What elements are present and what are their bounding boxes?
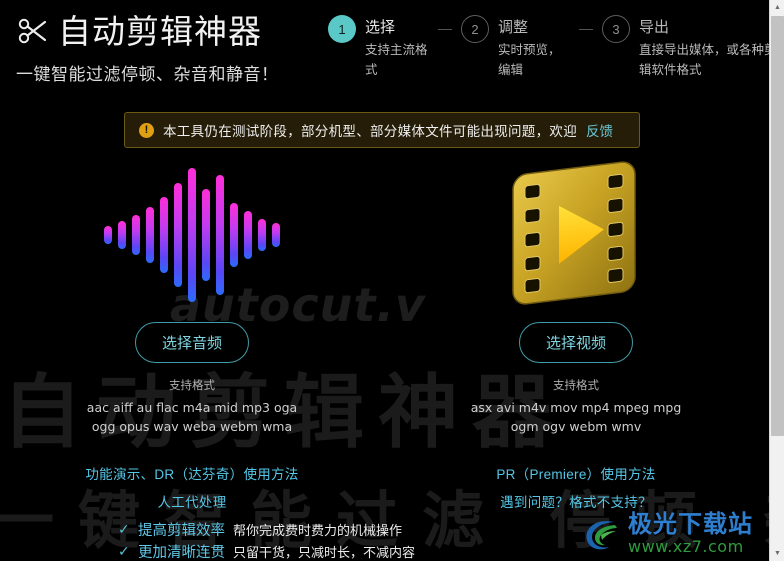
step-3-number: 3 bbox=[602, 15, 630, 43]
banner-text: 本工具仍在测试阶段，部分机型、部分媒体文件可能出现问题，欢迎 bbox=[163, 124, 577, 139]
site-watermark-text: 极光下载站 www.xz7.com bbox=[628, 513, 753, 555]
step-separator-1: — bbox=[438, 20, 452, 36]
site-watermark: 极光下载站 www.xz7.com bbox=[581, 513, 753, 555]
link-cell-premiere: PR（Premiere）使用方法 bbox=[384, 463, 768, 484]
scroll-down-arrow[interactable]: ▼ bbox=[770, 546, 784, 561]
scissors-icon bbox=[16, 14, 50, 48]
waveform-bar bbox=[202, 189, 210, 281]
aurora-swirl-logo bbox=[581, 513, 623, 555]
link-cell-demo: 功能演示、DR（达芬奇）使用方法 bbox=[0, 463, 384, 484]
audio-waveform-icon bbox=[104, 160, 280, 310]
link-cell-manual: 人工代处理 bbox=[0, 491, 384, 512]
feature-value: 帮你完成费时费力的机械操作 bbox=[233, 522, 403, 538]
brand-row: 自动剪辑神器 bbox=[16, 14, 279, 48]
site-name: 极光下载站 bbox=[628, 511, 753, 538]
header: 自动剪辑神器 一键智能过滤停顿、杂音和静音！ 1 选择 支持主流格式 — 2 调… bbox=[0, 0, 769, 104]
app-window: 自动剪辑神器 一键智能过滤 停顿 杂音 静音 autocut.v 自动剪辑神器 … bbox=[0, 0, 769, 561]
manual-processing-link[interactable]: 人工代处理 bbox=[158, 495, 227, 510]
warning-icon: ! bbox=[139, 122, 154, 138]
vertical-scrollbar[interactable]: ▲ ▼ bbox=[769, 0, 784, 561]
links-row-primary: 功能演示、DR（达芬奇）使用方法 PR（Premiere）使用方法 bbox=[0, 463, 769, 484]
waveform-bar bbox=[118, 221, 126, 249]
feature-value: 只留干货，只减时长，不减内容 bbox=[233, 544, 416, 560]
page-subtitle: 一键智能过滤停顿、杂音和静音！ bbox=[16, 65, 279, 84]
demo-dr-link[interactable]: 功能演示、DR（达芬奇）使用方法 bbox=[85, 467, 298, 482]
waveform-bar bbox=[104, 226, 112, 244]
scrollbar-thumb[interactable] bbox=[771, 16, 784, 436]
premiere-link[interactable]: PR（Premiere）使用方法 bbox=[496, 467, 655, 482]
step-1-number: 1 bbox=[328, 15, 356, 43]
feature-list: ✓ 提高剪辑效率 帮你完成费时费力的机械操作 ✓ 更加清晰连贯 只留干货，只减时… bbox=[118, 518, 415, 561]
step-2-desc: 实时预览，编辑 bbox=[498, 43, 561, 77]
step-2-label: 调整 bbox=[498, 19, 529, 36]
audio-formats-line1: aac aiff au flac m4a mid mp3 oga bbox=[86, 400, 298, 415]
step-3: 3 导出 直接导出媒体，或各种剪辑软件格式 bbox=[602, 14, 769, 80]
step-3-desc: 直接导出媒体，或各种剪辑软件格式 bbox=[639, 43, 769, 77]
audio-formats-line2: ogg opus wav weba webm wma bbox=[91, 419, 293, 434]
link-cell-problem: 遇到问题？格式不支持？ bbox=[384, 491, 768, 512]
waveform-bar bbox=[230, 203, 238, 267]
waveform-bar bbox=[160, 197, 168, 273]
film-icon-wrap bbox=[509, 160, 643, 310]
page-title: 自动剪辑神器 bbox=[58, 12, 262, 50]
waveform-bar bbox=[244, 211, 252, 259]
audio-formats-title: 支持格式 bbox=[169, 380, 215, 392]
waveform-bar bbox=[188, 168, 196, 302]
step-separator-2: — bbox=[579, 20, 593, 36]
step-indicator: 1 选择 支持主流格式 — 2 调整 实时预览，编辑 — 3 导出 直接导出媒体… bbox=[328, 14, 769, 80]
site-url: www.xz7.com bbox=[628, 537, 744, 556]
links-row-secondary: 人工代处理 遇到问题？格式不支持？ bbox=[0, 491, 769, 512]
video-formats-title: 支持格式 bbox=[553, 380, 599, 392]
waveform-bar bbox=[258, 219, 266, 251]
beta-warning-banner: ! 本工具仍在测试阶段，部分机型、部分媒体文件可能出现问题，欢迎 反馈 bbox=[124, 112, 640, 148]
select-audio-button[interactable]: 选择音频 bbox=[134, 322, 249, 363]
audio-column: 选择音频 支持格式 aac aiff au flac m4a mid mp3 o… bbox=[0, 160, 384, 436]
check-icon: ✓ bbox=[118, 542, 130, 559]
feature-key: 更加清晰连贯 bbox=[138, 544, 225, 561]
waveform-bar bbox=[132, 215, 140, 255]
waveform-bar bbox=[216, 175, 224, 295]
check-icon: ✓ bbox=[118, 520, 130, 537]
feature-item: ✓ 更加清晰连贯 只留干货，只减时长，不减内容 bbox=[118, 540, 415, 561]
problem-link[interactable]: 遇到问题？格式不支持？ bbox=[500, 495, 652, 510]
step-1: 1 选择 支持主流格式 bbox=[328, 14, 429, 80]
step-2-text: 调整 实时预览，编辑 bbox=[498, 14, 570, 80]
waveform-bar bbox=[174, 183, 182, 287]
select-video-button[interactable]: 选择视频 bbox=[518, 322, 633, 363]
feature-item: ✓ 提高剪辑效率 帮你完成费时费力的机械操作 bbox=[118, 518, 415, 540]
media-picker-row: 选择音频 支持格式 aac aiff au flac m4a mid mp3 o… bbox=[0, 160, 769, 436]
video-formats-line1: asx avi m4v mov mp4 mpeg mpg bbox=[470, 400, 682, 415]
feature-key: 提高剪辑效率 bbox=[138, 522, 225, 539]
video-column: 选择视频 支持格式 asx avi m4v mov mp4 mpeg mpg o… bbox=[384, 160, 768, 436]
step-2-number: 2 bbox=[461, 15, 489, 43]
film-play-icon bbox=[509, 160, 643, 310]
brand-block: 自动剪辑神器 一键智能过滤停顿、杂音和静音！ bbox=[16, 14, 279, 85]
feedback-link[interactable]: 反馈 bbox=[586, 120, 613, 140]
scroll-up-arrow[interactable]: ▲ bbox=[770, 0, 784, 15]
step-3-label: 导出 bbox=[639, 19, 670, 36]
video-formats-line2: ogm ogv webm wmv bbox=[510, 419, 642, 434]
step-2: 2 调整 实时预览，编辑 bbox=[461, 14, 570, 80]
step-1-text: 选择 支持主流格式 bbox=[365, 14, 429, 80]
step-1-desc: 支持主流格式 bbox=[365, 43, 428, 77]
step-3-text: 导出 直接导出媒体，或各种剪辑软件格式 bbox=[639, 14, 769, 80]
waveform-bar bbox=[146, 207, 154, 263]
waveform-bar bbox=[272, 223, 280, 247]
step-1-label: 选择 bbox=[365, 19, 396, 36]
